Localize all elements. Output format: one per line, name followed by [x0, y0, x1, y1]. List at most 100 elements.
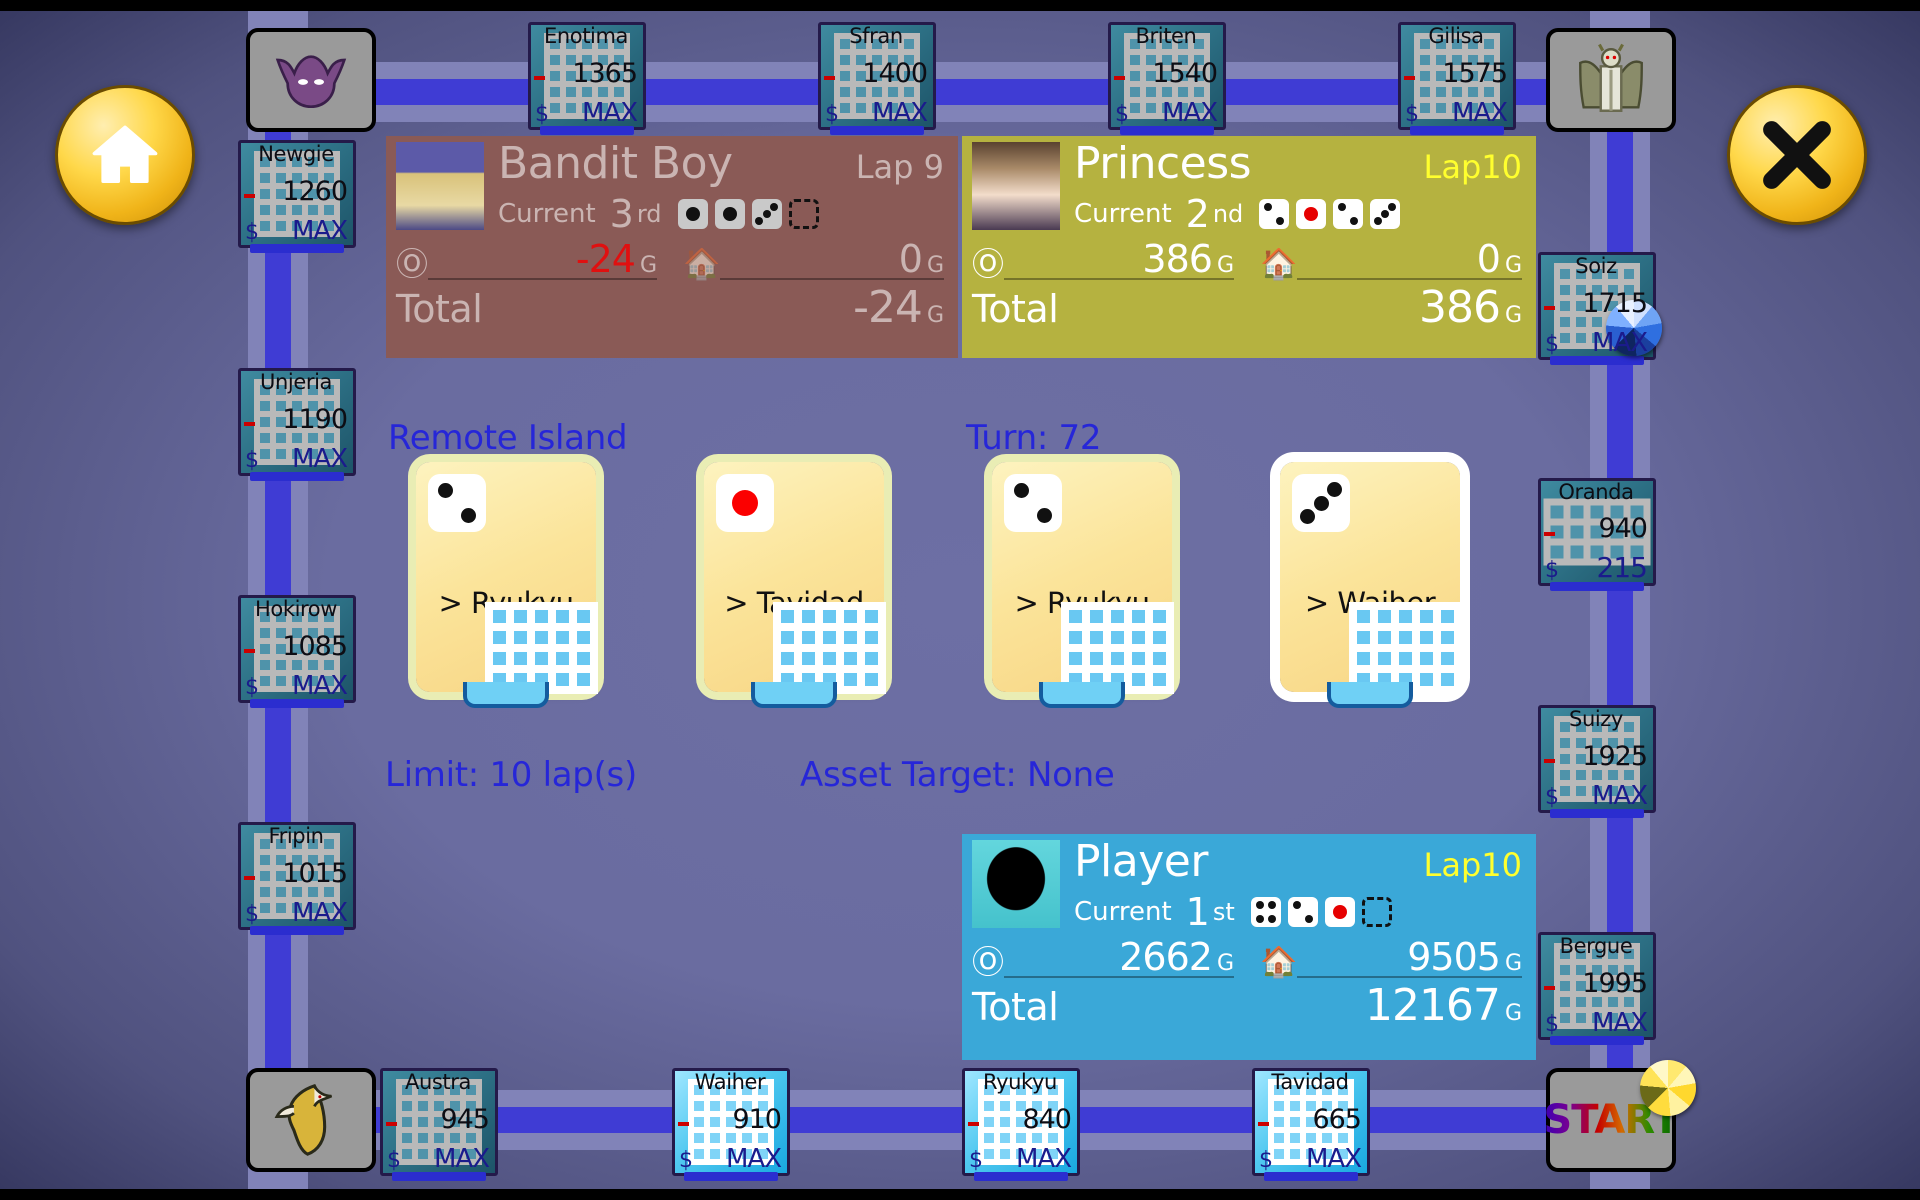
tile-dollar-icon: $	[1405, 102, 1419, 127]
building-icon	[1349, 602, 1462, 694]
close-button[interactable]	[1727, 85, 1867, 225]
cash-unit: G	[1216, 253, 1234, 278]
card-die-2	[428, 474, 486, 532]
panel-right: Princess Lap10 Current 2nd	[1060, 142, 1522, 237]
tile-dollar-icon: $	[1115, 102, 1129, 127]
map-tile-ryukyu[interactable]: Ryukyu 840 $ MAX	[962, 1068, 1080, 1181]
assets-underline: 9505 G	[1297, 938, 1522, 978]
player-name-row: Bandit Boy Lap 9	[498, 142, 944, 186]
tile-text: Unjeria 1190 $ MAX	[241, 371, 353, 473]
tile-price-row: 1575	[1405, 60, 1508, 87]
map-tile-bergue[interactable]: Bergue 1995 $ MAX	[1538, 932, 1656, 1045]
tile-text: Enotima 1365 $ MAX	[531, 25, 643, 127]
player-name: Bandit Boy	[498, 138, 733, 189]
avatar-angel-monster[interactable]	[1546, 28, 1676, 132]
player-stats-row: Ⓞ 386 G 🏠 0 G	[972, 240, 1522, 280]
player-panel-bandit-boy[interactable]: Bandit Boy Lap 9 Current 3rd Ⓞ -24 G 🏠 0 G Total -2…	[386, 136, 958, 358]
house-icon: 🏠	[1260, 945, 1298, 980]
map-tile-waiher[interactable]: Waiher 910 $ MAX	[672, 1068, 790, 1181]
tile-inner: Newgie 1260 $ MAX	[241, 143, 353, 245]
player-dice	[1250, 897, 1392, 927]
home-button[interactable]	[55, 85, 195, 225]
assets-cell: 🏠 0 G	[1260, 240, 1522, 280]
player-total: 386	[1418, 282, 1501, 333]
destination-card-3[interactable]: > Waiher	[1280, 462, 1462, 708]
cash-cell: Ⓞ 386 G	[972, 240, 1234, 280]
tile-name: Suizy	[1569, 707, 1623, 731]
map-tile-unjeria[interactable]: Unjeria 1190 $ MAX	[238, 368, 356, 481]
tile-value: MAX	[581, 98, 638, 128]
avatar-bat-monster[interactable]	[246, 28, 376, 132]
map-tile-soiz[interactable]: Soiz 1715 $ MAX	[1538, 252, 1656, 365]
player-rank-row: Current 3rd	[498, 192, 944, 236]
map-tile-fripin[interactable]: Fripin 1015 $ MAX	[238, 822, 356, 935]
die-1r	[714, 199, 745, 229]
player-name-row: Princess Lap10	[1074, 142, 1522, 186]
destination-card-0[interactable]: > Ryukyu	[416, 462, 598, 708]
asset-target-label: Asset Target: None	[800, 755, 1115, 795]
die-3	[1370, 199, 1401, 229]
die-2	[1259, 199, 1290, 229]
map-tile-oranda[interactable]: Oranda 940 $215	[1538, 478, 1656, 591]
tile-name: Unjeria	[260, 370, 332, 394]
avatar-bird-monster[interactable]	[246, 1068, 376, 1172]
tile-price: 1015	[282, 858, 348, 889]
bat-monster-icon	[275, 55, 347, 109]
map-tile-briten[interactable]: Briten 1540 $ MAX	[1108, 22, 1226, 135]
map-tile-tavidad[interactable]: Tavidad 665 $ MAX	[1252, 1068, 1370, 1181]
tile-price-row: 665	[1259, 1106, 1362, 1133]
tile-dollar-icon: $	[1545, 558, 1559, 583]
tile-price-row: 1715	[1545, 290, 1648, 317]
tile-text: Suizy 1925 $ MAX	[1541, 708, 1653, 810]
limit-label: Limit: 10 lap(s)	[385, 755, 637, 795]
player-panel-princess[interactable]: Princess Lap10 Current 2nd Ⓞ 386 G 🏠 0 G Total 386 G	[962, 136, 1536, 358]
total-label: Total	[972, 985, 1059, 1029]
player-panel-player[interactable]: Player Lap10 Current 1st Ⓞ 2662 G 🏠 9505 G Total 12…	[962, 834, 1536, 1060]
tile-text: Hokirow 1085 $ MAX	[241, 598, 353, 700]
die-2	[1333, 199, 1364, 229]
card-building-icon	[1349, 602, 1462, 694]
tile-dollar-icon: $	[245, 902, 259, 927]
card-tab	[1039, 682, 1125, 708]
player-rank-row: Current 1st	[1074, 890, 1522, 934]
cash-underline: 2662 G	[1004, 938, 1234, 978]
current-label: Current	[1074, 199, 1172, 229]
total-label: Total	[396, 287, 483, 331]
map-tile-hokirow[interactable]: Hokirow 1085 $ MAX	[238, 595, 356, 708]
map-tile-newgie[interactable]: Newgie 1260 $ MAX	[238, 140, 356, 253]
tile-dollar-icon: $	[969, 1148, 983, 1173]
assets-cell: 🏠 0 G	[683, 240, 944, 280]
die-3	[751, 199, 782, 229]
player-dice	[677, 199, 819, 229]
tile-value: MAX	[291, 671, 348, 701]
tile-value-row: $ MAX	[1405, 100, 1508, 127]
cash-icon: Ⓞ	[972, 245, 1005, 283]
player-dice	[1259, 199, 1401, 229]
player-rank-row: Current 2nd	[1074, 192, 1522, 236]
building-icon	[485, 602, 598, 694]
tile-value-row: $ MAX	[1115, 98, 1218, 128]
map-tile-austra[interactable]: Austra 945 $ MAX	[380, 1068, 498, 1181]
tile-price: 910	[732, 1104, 782, 1135]
destination-card-1[interactable]: > Tavidad	[704, 462, 886, 708]
map-tile-suizy[interactable]: Suizy 1925 $ MAX	[1538, 705, 1656, 818]
tile-name: Oranda	[1558, 480, 1634, 504]
cash-cell: Ⓞ -24 G	[396, 240, 657, 280]
player-lap: Lap10	[1423, 846, 1522, 884]
tile-price-row: 1190	[245, 404, 348, 435]
tile-value: MAX	[871, 98, 928, 128]
destination-card-2[interactable]: > Ryukyu	[992, 462, 1174, 708]
tile-text: Ryukyu 840 $ MAX	[965, 1071, 1077, 1173]
assets-underline: 0G	[1297, 240, 1522, 280]
assets-unit: G	[926, 253, 944, 278]
tile-value-row: $ MAX	[679, 1146, 782, 1172]
tile-price: 1400	[862, 58, 928, 89]
tile-price: 1190	[282, 404, 348, 435]
map-tile-gilisa[interactable]: Gilisa 1575 $ MAX	[1398, 22, 1516, 135]
tile-price: 1925	[1582, 741, 1648, 772]
panel-top-row: Princess Lap10 Current 2nd	[972, 142, 1522, 236]
tile-value: MAX	[1161, 98, 1218, 128]
tile-value: MAX	[291, 444, 348, 474]
map-tile-sfran[interactable]: Sfran 1400 $ MAX	[818, 22, 936, 135]
map-tile-enotima[interactable]: Enotima 1365 $ MAX	[528, 22, 646, 135]
